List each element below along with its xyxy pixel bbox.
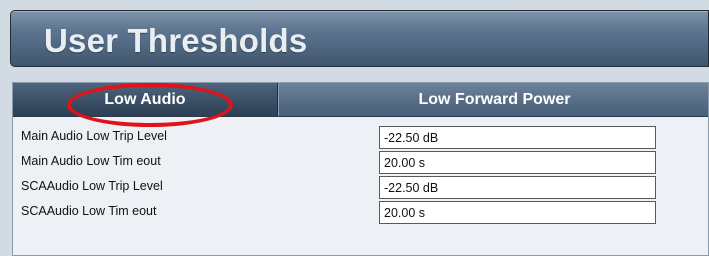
threshold-row-main-audio-timeout: Main Audio Low Tim eout (13, 148, 708, 174)
tab-bar: Low Audio Low Forward Power (13, 83, 708, 117)
thresholds-panel: Low Audio Low Forward Power Main Audio L… (12, 82, 709, 256)
page-title: User Thresholds (44, 22, 308, 59)
tab-low-audio-label: Low Audio (104, 90, 186, 108)
main-audio-low-trip-level-label: Main Audio Low Trip Level (21, 129, 167, 143)
threshold-row-main-audio-trip-level: Main Audio Low Trip Level (13, 123, 708, 149)
main-audio-low-trip-level-input[interactable] (379, 126, 656, 149)
threshold-row-sca-audio-trip-level: SCAAudio Low Trip Level (13, 173, 708, 199)
user-thresholds-page: User Thresholds Low Audio Low Forward Po… (0, 0, 709, 256)
threshold-row-sca-audio-timeout: SCAAudio Low Tim eout (13, 198, 708, 224)
sca-audio-low-trip-level-input[interactable] (379, 176, 656, 199)
sca-audio-low-timeout-label: SCAAudio Low Tim eout (21, 204, 157, 218)
thresholds-list: Main Audio Low Trip Level Main Audio Low… (13, 123, 708, 224)
sca-audio-low-trip-level-label: SCAAudio Low Trip Level (21, 179, 163, 193)
main-audio-low-timeout-label: Main Audio Low Tim eout (21, 154, 161, 168)
main-audio-low-timeout-input[interactable] (379, 151, 656, 174)
tab-low-forward-power[interactable]: Low Forward Power (278, 83, 708, 116)
tab-low-forward-power-label: Low Forward Power (418, 90, 571, 108)
sca-audio-low-timeout-input[interactable] (379, 201, 656, 224)
tab-low-audio[interactable]: Low Audio (13, 83, 278, 116)
title-bar: User Thresholds (10, 10, 709, 67)
